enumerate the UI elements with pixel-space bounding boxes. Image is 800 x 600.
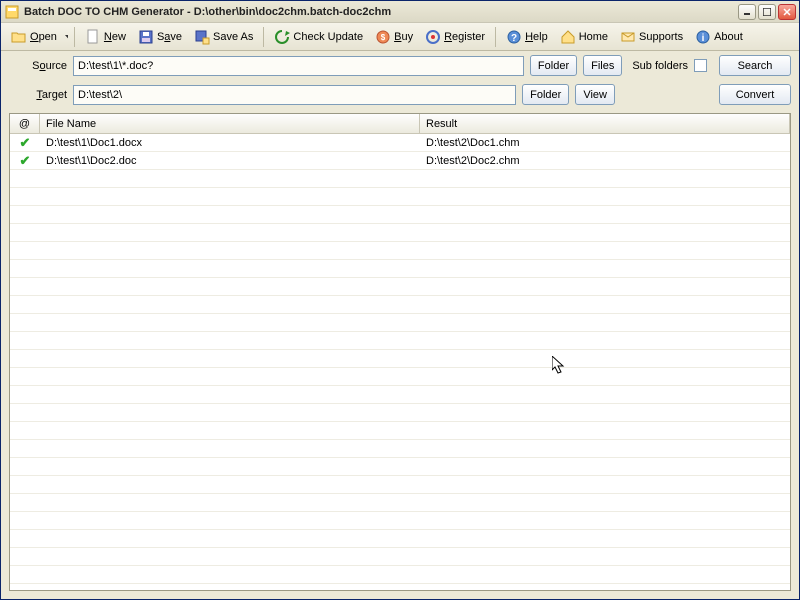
minimize-button[interactable] — [738, 4, 756, 20]
help-label: Help — [525, 31, 548, 43]
status-icon: ✔ — [10, 153, 40, 169]
cell-filename: D:\test\1\Doc2.doc — [40, 155, 420, 167]
register-button[interactable]: Register — [419, 26, 491, 48]
check-update-label: Check Update — [293, 31, 363, 43]
buy-button[interactable]: $ Buy — [369, 26, 419, 48]
check-update-button[interactable]: Check Update — [268, 26, 369, 48]
register-label: Register — [444, 31, 485, 43]
convert-button[interactable]: Convert — [719, 84, 791, 105]
source-input[interactable] — [73, 56, 524, 76]
save-label: Save — [157, 31, 182, 43]
titlebar: Batch DOC TO CHM Generator - D:\other\bi… — [1, 1, 799, 23]
status-icon: ✔ — [10, 135, 40, 151]
view-button[interactable]: View — [575, 84, 615, 105]
check-icon: ✔ — [20, 135, 31, 151]
target-label: Target — [9, 89, 67, 101]
floppy-plus-icon — [194, 29, 210, 45]
about-button[interactable]: i About — [689, 26, 749, 48]
svg-text:i: i — [702, 33, 705, 44]
refresh-icon — [274, 29, 290, 45]
target-folder-button[interactable]: Folder — [522, 84, 569, 105]
open-dropdown[interactable] — [63, 35, 70, 39]
table-row[interactable]: ✔ D:\test\1\Doc2.doc D:\test\2\Doc2.chm — [10, 152, 790, 170]
floppy-icon — [138, 29, 154, 45]
target-input[interactable] — [73, 85, 516, 105]
open-label: Open — [30, 31, 57, 43]
subfolders-label: Sub folders — [632, 60, 688, 72]
home-icon — [560, 29, 576, 45]
app-icon — [4, 4, 20, 20]
folder-open-icon — [11, 29, 27, 45]
help-button[interactable]: ? Help — [500, 26, 554, 48]
buy-label: Buy — [394, 31, 413, 43]
col-header-status[interactable]: @ — [10, 114, 40, 133]
cell-result: D:\test\2\Doc2.chm — [420, 155, 790, 167]
source-label: Source — [9, 60, 67, 72]
target-row: Target Folder View Convert — [1, 80, 799, 109]
key-icon — [425, 29, 441, 45]
file-new-icon — [85, 29, 101, 45]
file-list: @ File Name Result ✔ D:\test\1\Doc1.docx… — [9, 113, 791, 591]
search-button[interactable]: Search — [719, 55, 791, 76]
window-title: Batch DOC TO CHM Generator - D:\other\bi… — [24, 6, 738, 18]
new-label: New — [104, 31, 126, 43]
subfolders-checkbox[interactable] — [694, 59, 707, 72]
table-row[interactable]: ✔ D:\test\1\Doc1.docx D:\test\2\Doc1.chm — [10, 134, 790, 152]
separator — [263, 27, 264, 47]
toolbar: Open New Save Save As — [1, 23, 799, 51]
source-row: Source Folder Files Sub folders Search — [1, 51, 799, 80]
new-button[interactable]: New — [79, 26, 132, 48]
col-header-filename[interactable]: File Name — [40, 114, 420, 133]
open-button[interactable]: Open — [5, 26, 63, 48]
home-button[interactable]: Home — [554, 26, 614, 48]
save-as-label: Save As — [213, 31, 253, 43]
app-window: Batch DOC TO CHM Generator - D:\other\bi… — [0, 0, 800, 600]
svg-text:$: $ — [381, 33, 386, 42]
save-button[interactable]: Save — [132, 26, 188, 48]
svg-text:?: ? — [511, 33, 517, 44]
check-icon: ✔ — [20, 153, 31, 169]
col-header-result[interactable]: Result — [420, 114, 790, 133]
help-icon: ? — [506, 29, 522, 45]
list-body[interactable]: ✔ D:\test\1\Doc1.docx D:\test\2\Doc1.chm… — [10, 134, 790, 590]
save-as-button[interactable]: Save As — [188, 26, 259, 48]
source-folder-button[interactable]: Folder — [530, 55, 577, 76]
separator — [74, 27, 75, 47]
about-label: About — [714, 31, 743, 43]
home-label: Home — [579, 31, 608, 43]
cell-filename: D:\test\1\Doc1.docx — [40, 137, 420, 149]
cart-icon: $ — [375, 29, 391, 45]
mail-icon — [620, 29, 636, 45]
separator — [495, 27, 496, 47]
info-icon: i — [695, 29, 711, 45]
close-button[interactable] — [778, 4, 796, 20]
supports-button[interactable]: Supports — [614, 26, 689, 48]
supports-label: Supports — [639, 31, 683, 43]
maximize-button[interactable] — [758, 4, 776, 20]
list-header: @ File Name Result — [10, 114, 790, 134]
cell-result: D:\test\2\Doc1.chm — [420, 137, 790, 149]
source-files-button[interactable]: Files — [583, 55, 622, 76]
